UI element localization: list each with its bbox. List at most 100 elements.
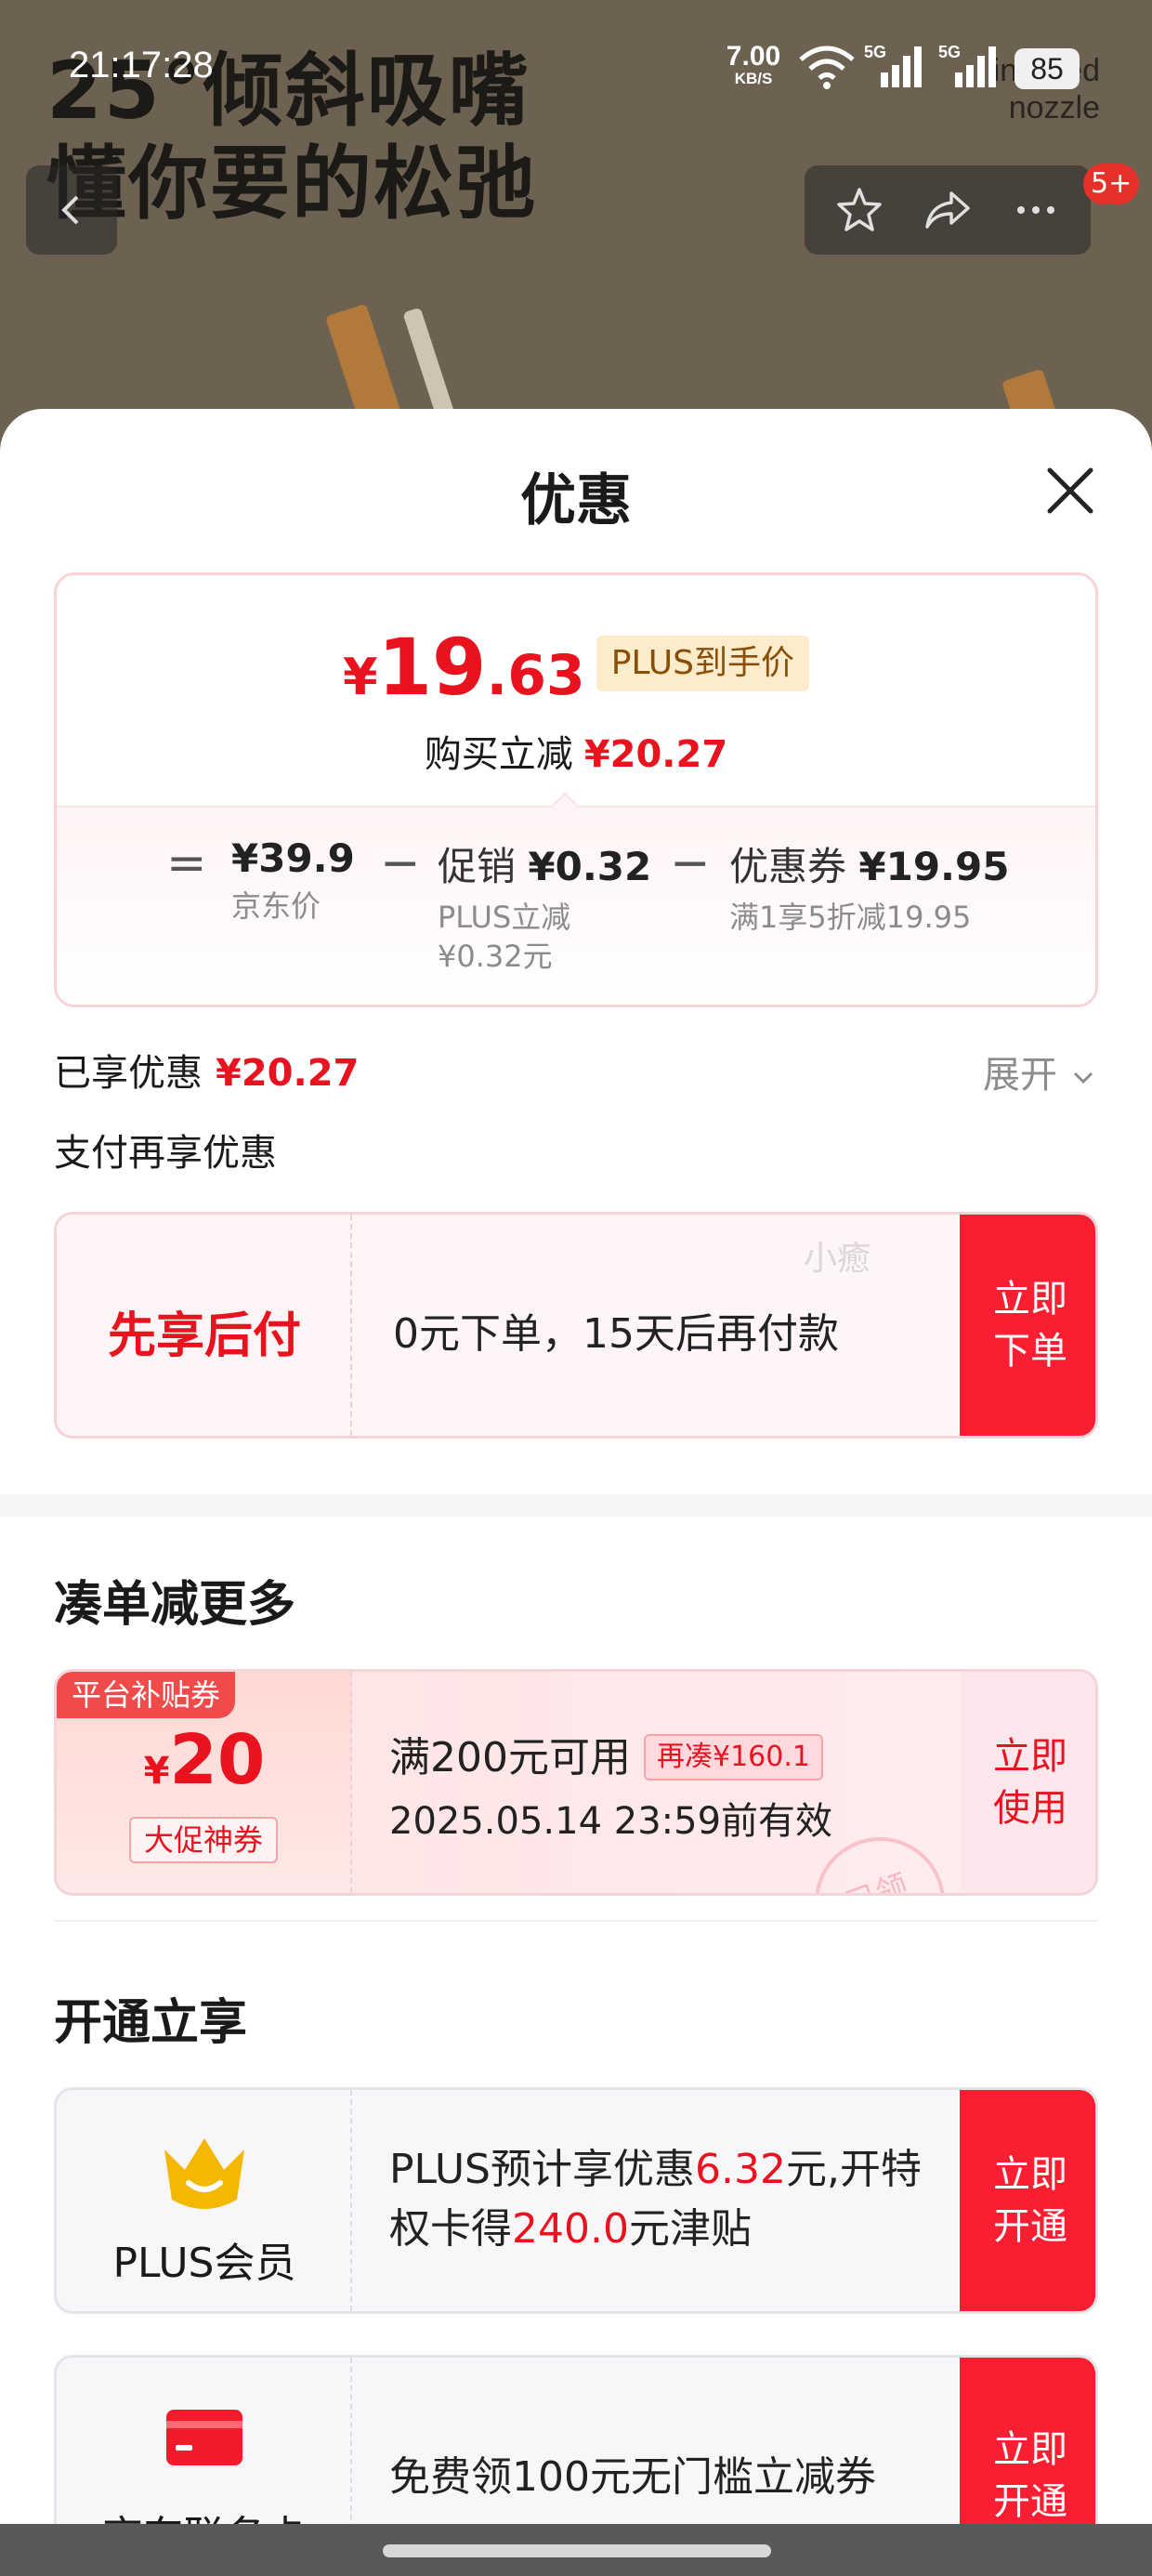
price-decimal: .63 xyxy=(486,643,585,708)
bnpl-title: 先享后付 xyxy=(107,1308,301,1364)
buy-reduce-amount: ¥20.27 xyxy=(583,733,728,776)
signal-bars-icon xyxy=(881,46,922,87)
coupon-tag: 平台补贴券 xyxy=(57,1672,236,1718)
plus-desc-part: 元津贴 xyxy=(628,2205,752,2253)
share-button[interactable] xyxy=(915,177,980,243)
coupon-left: 平台补贴券 ¥20 大促神券 xyxy=(57,1672,352,1893)
cart-count-badge: 5+ xyxy=(1083,164,1140,204)
headline-line-2: 懂你要的松弛 xyxy=(46,138,537,230)
expand-label: 展开 xyxy=(983,1054,1057,1097)
coupon-amount-value: 20 xyxy=(169,1720,266,1800)
equals-sign: = xyxy=(166,835,207,891)
promo-label: 促销 xyxy=(438,844,517,889)
price-breakdown-card: ¥19.63 PLUS到手价 购买立减 ¥20.27 = ¥39.9 京东价 − 促… xyxy=(54,572,1098,1007)
sheet-title: 优惠 xyxy=(520,468,632,533)
price-integer: 19 xyxy=(377,622,487,713)
bnpl-middle: 小癒 0元下单，15天后再付款 xyxy=(352,1215,960,1436)
bundle-section-title: 凑单减更多 xyxy=(54,1577,296,1633)
open-plus-button[interactable]: 立即开通 xyxy=(960,2090,1095,2311)
open-section-title: 开通立享 xyxy=(54,1995,248,2051)
promo-amount: ¥0.32 xyxy=(528,844,652,889)
plus-middle: PLUS预计享优惠6.32元,开特权卡得240.0元津贴 xyxy=(352,2090,960,2311)
coupon-condition: 满200元可用 再凑¥160.1 xyxy=(389,1724,823,1783)
promo-line: 促销 ¥0.32 xyxy=(438,835,651,892)
final-price: ¥19.63 PLUS到手价 xyxy=(57,622,1095,713)
watermark-text: 小癒 xyxy=(804,1240,871,1278)
cellular-signal-2: 5G xyxy=(938,43,1003,91)
plus-saving-amount: 6.32 xyxy=(695,2146,786,2193)
crown-icon xyxy=(159,2133,250,2213)
status-bar: 21:17:28 7.00 KB/S 5G 5G 85 xyxy=(0,0,1152,93)
home-gesture-handle[interactable] xyxy=(383,2544,771,2557)
price-formula: = ¥39.9 京东价 − 促销 ¥0.32 PLUS立减 ¥0.32元 − 优… xyxy=(57,835,1095,1003)
enjoyed-amount: ¥20.27 xyxy=(216,1052,360,1095)
coupon-middle: 满200元可用 再凑¥160.1 2025.05.14 23:59前有效 已领 xyxy=(352,1672,963,1893)
coupon-type-badge: 大促神券 xyxy=(129,1817,278,1863)
close-button[interactable] xyxy=(1037,457,1104,524)
coupon-currency: ¥ xyxy=(143,1750,170,1793)
coupon-line: 优惠券 ¥19.95 xyxy=(729,835,1009,892)
final-price-section: ¥19.63 PLUS到手价 购买立减 ¥20.27 xyxy=(57,575,1095,806)
favorite-button[interactable] xyxy=(827,177,892,243)
open-jd-card-label: 立即开通 xyxy=(993,2428,1067,2523)
pay-more-heading: 支付再享优惠 xyxy=(54,1132,277,1175)
cellular-signal-1: 5G xyxy=(864,43,929,91)
coupon-validity: 2025.05.14 23:59前有效 xyxy=(389,1800,833,1843)
wifi-icon xyxy=(799,46,855,89)
minus-sign: − xyxy=(380,835,421,891)
signal-bars-icon xyxy=(955,46,996,87)
brand-line-2: nozzle xyxy=(1008,90,1100,125)
add-more-badge: 再凑¥160.1 xyxy=(643,1734,823,1781)
buy-reduce-label: 购买立减 xyxy=(424,733,573,776)
network-speed-value: 7.00 xyxy=(726,41,781,72)
plus-member-name: PLUS会员 xyxy=(112,2240,296,2287)
jd-card-description: 免费领100元无门槛立减券 xyxy=(389,2453,876,2501)
jd-price-value: ¥39.9 xyxy=(231,835,355,881)
use-now-button[interactable]: 立即使用 xyxy=(960,1672,1095,1893)
discount-sheet: 优惠 ¥19.63 PLUS到手价 购买立减 ¥20.27 = ¥39.9 京东价 … xyxy=(0,409,1152,2576)
currency-symbol: ¥ xyxy=(343,648,378,706)
status-time: 21:17:28 xyxy=(69,45,214,85)
promo-note-line-1: PLUS立减 xyxy=(438,900,571,935)
use-now-label: 立即使用 xyxy=(993,1735,1067,1830)
plus-allowance-amount: 240.0 xyxy=(512,2205,629,2253)
plus-left: PLUS会员 xyxy=(57,2090,352,2311)
order-now-button[interactable]: 立即下单 xyxy=(960,1215,1095,1436)
network-speed-unit: KB/S xyxy=(734,70,773,87)
bnpl-left: 先享后付 xyxy=(57,1215,352,1436)
buy-reduce-line: 购买立减 ¥20.27 xyxy=(57,724,1095,778)
close-icon xyxy=(1047,467,1093,514)
bnpl-card[interactable]: 先享后付 小癒 0元下单，15天后再付款 立即下单 xyxy=(54,1212,1098,1439)
system-navigation-bar xyxy=(0,2524,1152,2576)
promo-note: PLUS立减 ¥0.32元 xyxy=(438,898,651,976)
promo-cell: 促销 ¥0.32 PLUS立减 ¥0.32元 xyxy=(438,835,651,976)
expand-button[interactable]: 展开 xyxy=(983,1045,1097,1098)
more-dots-icon xyxy=(1016,206,1054,214)
coupon-value: ¥20 xyxy=(57,1720,352,1800)
back-button[interactable] xyxy=(26,165,117,255)
coupon-note: 满1享5折减19.95 xyxy=(729,900,972,935)
order-now-label: 立即下单 xyxy=(993,1278,1067,1373)
plus-member-card[interactable]: PLUS会员 PLUS预计享优惠6.32元,开特权卡得240.0元津贴 立即开通 xyxy=(54,2087,1098,2314)
enjoyed-discount: 已享优惠 ¥20.27 xyxy=(54,1043,359,1097)
battery-indicator: 85 xyxy=(1015,48,1080,89)
credit-card-icon xyxy=(164,2406,244,2469)
star-icon xyxy=(837,188,883,231)
subsidy-coupon-card[interactable]: 平台补贴券 ¥20 大促神券 满200元可用 再凑¥160.1 2025.05.1… xyxy=(54,1669,1098,1896)
open-plus-label: 立即开通 xyxy=(993,2153,1067,2248)
minus-sign: − xyxy=(670,835,711,891)
coupon-cell: 优惠券 ¥19.95 满1享5折减19.95 xyxy=(729,835,1009,937)
share-icon xyxy=(925,191,970,229)
more-button[interactable] xyxy=(1003,177,1068,243)
chevron-down-icon xyxy=(1073,1071,1093,1084)
network-speed: 7.00 KB/S xyxy=(721,41,786,87)
coupon-condition-text: 满200元可用 xyxy=(389,1734,631,1781)
jd-price-label: 京东价 xyxy=(231,888,321,924)
jd-price-cell: ¥39.9 京东价 xyxy=(231,835,355,926)
top-action-bar xyxy=(805,165,1091,255)
chevron-left-icon xyxy=(61,195,79,225)
jd-price: ¥39.9 xyxy=(231,835,355,881)
plus-price-tag: PLUS到手价 xyxy=(596,636,809,691)
bnpl-description: 0元下单，15天后再付款 xyxy=(393,1310,839,1358)
plus-description: PLUS预计享优惠6.32元,开特权卡得240.0元津贴 xyxy=(389,2140,947,2259)
